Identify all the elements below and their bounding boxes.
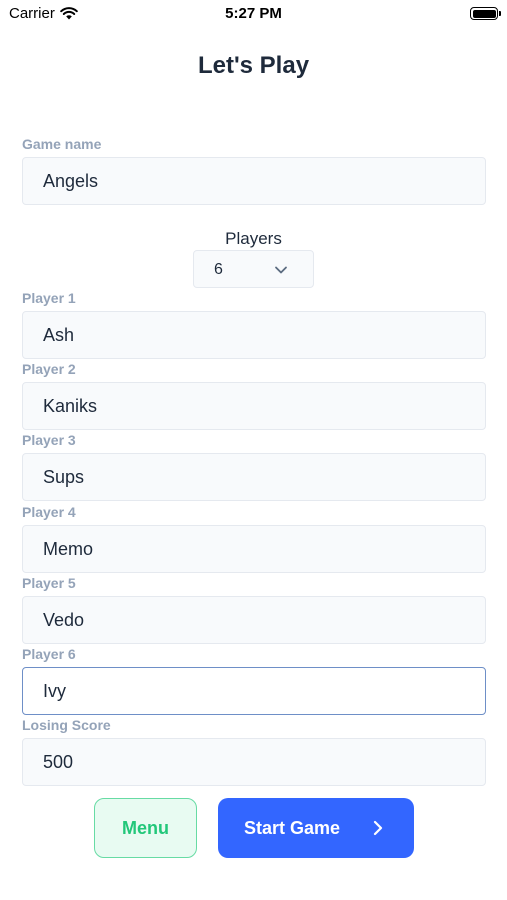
chevron-right-icon	[373, 820, 383, 836]
battery-icon	[470, 7, 501, 20]
player-2-input[interactable]	[22, 382, 486, 430]
player-2-label: Player 2	[22, 361, 76, 377]
player-4-label: Player 4	[22, 504, 76, 520]
start-game-button-label: Start Game	[244, 817, 341, 838]
player-3-label: Player 3	[22, 432, 76, 448]
player-1-input[interactable]	[22, 311, 486, 359]
page-title: Let's Play	[197, 52, 310, 79]
player-4-input[interactable]	[22, 525, 486, 573]
player-5-label: Player 5	[22, 575, 76, 591]
player-1-label: Player 1	[22, 290, 76, 306]
status-bar: Carrier 5:27 PM	[0, 0, 507, 30]
game-name-label: Game name	[22, 136, 102, 152]
chevron-down-icon	[275, 266, 287, 274]
losing-score-label: Losing Score	[22, 717, 111, 733]
players-count-label: Players	[225, 229, 282, 248]
players-count-value: 6	[214, 261, 223, 278]
player-3-input[interactable]	[22, 453, 486, 501]
menu-button[interactable]: Menu	[94, 798, 197, 858]
player-5-input[interactable]	[22, 596, 486, 644]
losing-score-input[interactable]	[22, 738, 486, 786]
player-6-label: Player 6	[22, 646, 76, 662]
game-name-input[interactable]	[22, 157, 486, 205]
status-time: 5:27 PM	[225, 5, 282, 22]
players-count-select[interactable]: 6	[193, 250, 314, 288]
start-game-button[interactable]: Start Game	[218, 798, 414, 858]
player-6-input[interactable]	[22, 667, 486, 715]
menu-button-label: Menu	[122, 817, 169, 838]
